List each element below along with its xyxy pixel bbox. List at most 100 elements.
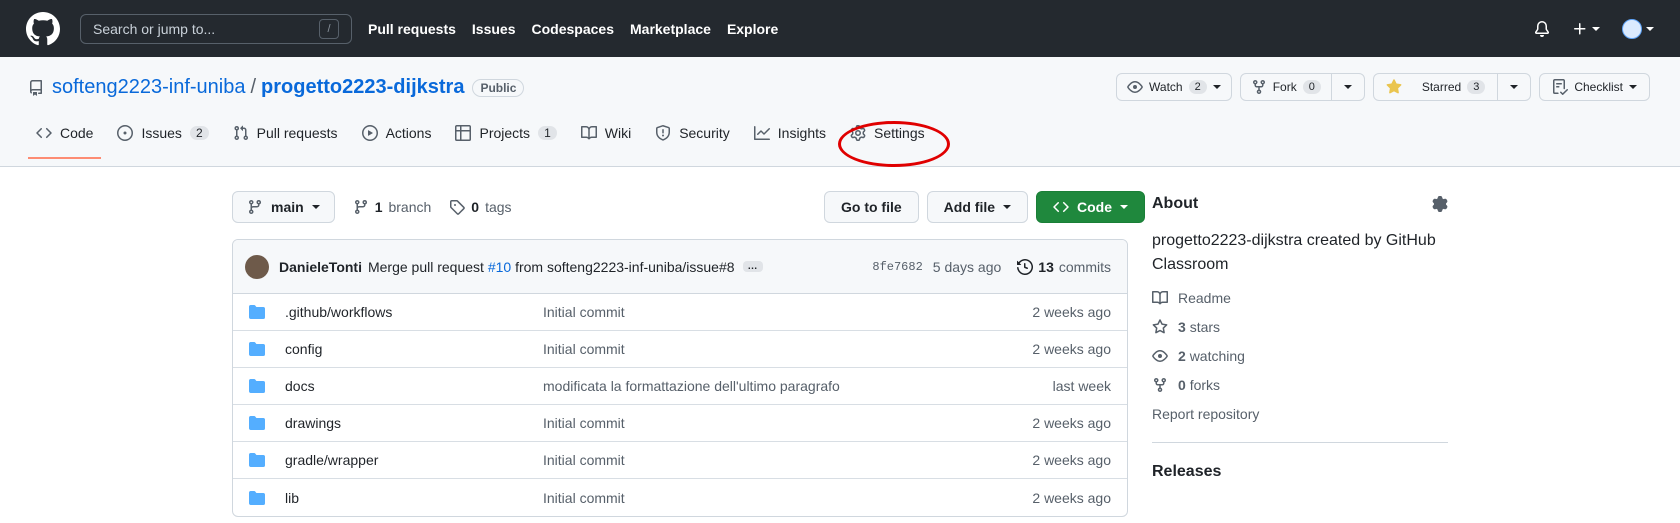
file-commit-message[interactable]: Initial commit [543, 341, 1032, 357]
plus-icon [1574, 22, 1586, 34]
fork-button-group: Fork 0 [1239, 73, 1365, 101]
file-name[interactable]: lib [285, 490, 543, 506]
file-name[interactable]: .github/workflows [285, 304, 543, 320]
tab-insights[interactable]: Insights [746, 125, 834, 155]
git-branch-icon [248, 200, 261, 215]
file-date: last week [1052, 378, 1111, 394]
file-name[interactable]: config [285, 341, 543, 357]
tab-security[interactable]: Security [647, 125, 738, 155]
sidebar-divider [1152, 442, 1448, 443]
repo-owner-link[interactable]: softeng2223-inf-uniba [52, 76, 245, 99]
file-name[interactable]: docs [285, 378, 543, 394]
releases-heading[interactable]: Releases [1152, 463, 1448, 481]
file-row[interactable]: lib Initial commit 2 weeks ago [233, 479, 1127, 516]
file-commit-message[interactable]: Initial commit [543, 415, 1032, 431]
history-icon [1017, 258, 1034, 275]
forks-link[interactable]: 0 forks [1152, 377, 1448, 393]
star-dropdown[interactable] [1498, 74, 1530, 100]
report-repository-link[interactable]: Report repository [1152, 406, 1448, 422]
list-button[interactable]: Checklist [1539, 73, 1650, 101]
avatar[interactable] [245, 254, 269, 279]
folder-icon [249, 305, 265, 319]
shield-icon [656, 125, 671, 141]
file-name[interactable]: gradle/wrapper [285, 452, 543, 468]
watch-count: 2 [1188, 80, 1207, 94]
commit-author[interactable]: DanieleTonti [279, 259, 362, 275]
tab-issues[interactable]: Issues 2 [109, 125, 216, 155]
forks-label: forks [1189, 377, 1221, 393]
chevron-down-icon [1212, 85, 1221, 89]
main-content: main 1 branch 0 tags Go to file Add file… [0, 167, 1680, 523]
nav-explore[interactable]: Explore [727, 21, 778, 37]
branches-link[interactable]: 1 branch [353, 199, 431, 215]
tab-wiki[interactable]: Wiki [573, 125, 639, 155]
watch-button[interactable]: Watch 2 [1116, 73, 1232, 101]
watching-link[interactable]: 2 watching [1152, 348, 1448, 364]
fork-label: Fork [1272, 80, 1297, 94]
repo-name-link[interactable]: progetto2223-dijkstra [261, 76, 464, 99]
file-commit-message[interactable]: Initial commit [543, 452, 1032, 468]
star-count: 3 [1467, 80, 1486, 94]
github-logo-icon[interactable] [26, 11, 60, 46]
commit-count: 13 [1038, 258, 1054, 275]
stars-count: 3 [1178, 319, 1186, 335]
nav-marketplace[interactable]: Marketplace [630, 21, 711, 37]
nav-issues[interactable]: Issues [472, 21, 516, 37]
file-row[interactable]: docs modificata la formattazione dell'ult… [233, 368, 1127, 405]
file-commit-message[interactable]: Initial commit [543, 304, 1032, 320]
tab-projects[interactable]: Projects 1 [447, 125, 564, 155]
chevron-down-icon [1343, 85, 1352, 89]
tab-actions[interactable]: Actions [354, 125, 440, 155]
readme-link[interactable]: Readme [1152, 290, 1448, 306]
file-date: 2 weeks ago [1032, 304, 1111, 320]
chevron-down-icon [1629, 85, 1637, 89]
tab-pull-requests[interactable]: Pull requests [225, 125, 346, 155]
search-input[interactable]: Search or jump to... / [80, 13, 352, 44]
file-commit-message[interactable]: modificata la formattazione dell'ultimo … [543, 378, 1053, 394]
tab-label: Pull requests [256, 125, 338, 141]
commit-sha[interactable]: 8fe7682 [872, 260, 922, 274]
nav-codespaces[interactable]: Codespaces [532, 21, 614, 37]
file-commit-message[interactable]: Initial commit [543, 490, 1032, 506]
commits-link[interactable]: 13 commits [1017, 259, 1111, 275]
star-button-group: Starred 3 [1372, 73, 1532, 101]
expand-commit-button[interactable]: … [742, 261, 763, 272]
tags-link[interactable]: 0 tags [449, 199, 512, 215]
star-button[interactable]: Starred 3 [1374, 74, 1499, 100]
tab-label: Insights [777, 125, 827, 141]
stars-link[interactable]: 3 stars [1152, 319, 1448, 335]
tab-counter: 2 [189, 126, 209, 140]
file-row[interactable]: config Initial commit 2 weeks ago [233, 331, 1127, 368]
graph-icon [753, 126, 770, 140]
bell-icon[interactable] [1534, 20, 1550, 37]
folder-icon [249, 379, 265, 393]
branch-count: 1 [374, 199, 383, 215]
file-row[interactable]: drawings Initial commit 2 weeks ago [233, 405, 1127, 442]
user-menu[interactable] [1622, 18, 1654, 39]
gear-icon[interactable] [1432, 196, 1448, 212]
go-to-file-button[interactable]: Go to file [824, 191, 919, 223]
go-to-file-label: Go to file [841, 199, 902, 215]
fork-button[interactable]: Fork 0 [1241, 74, 1332, 100]
code-button[interactable]: Code [1036, 191, 1146, 223]
code-icon [36, 127, 52, 139]
chevron-down-icon [1003, 205, 1012, 209]
file-row[interactable]: .github/workflows Initial commit 2 weeks a… [233, 294, 1127, 331]
readme-label: Readme [1178, 290, 1231, 306]
eye-icon [1152, 350, 1168, 362]
tab-code[interactable]: Code [28, 125, 102, 159]
file-name[interactable]: drawings [285, 415, 543, 431]
fork-dropdown[interactable] [1332, 74, 1364, 100]
table-icon [455, 125, 472, 141]
stars-label: stars [1189, 319, 1221, 335]
create-new-menu[interactable] [1572, 21, 1600, 37]
branch-selector[interactable]: main [232, 191, 335, 223]
commit-pr-link[interactable]: #10 [488, 259, 511, 275]
add-file-button[interactable]: Add file [926, 191, 1029, 223]
star-icon [1152, 319, 1168, 334]
file-row[interactable]: gradle/wrapper Initial commit 2 weeks ago [233, 442, 1127, 479]
nav-pull-requests[interactable]: Pull requests [368, 21, 456, 37]
chevron-down-icon [1120, 205, 1129, 209]
play-icon [361, 125, 378, 141]
watching-label: watching [1189, 348, 1245, 364]
